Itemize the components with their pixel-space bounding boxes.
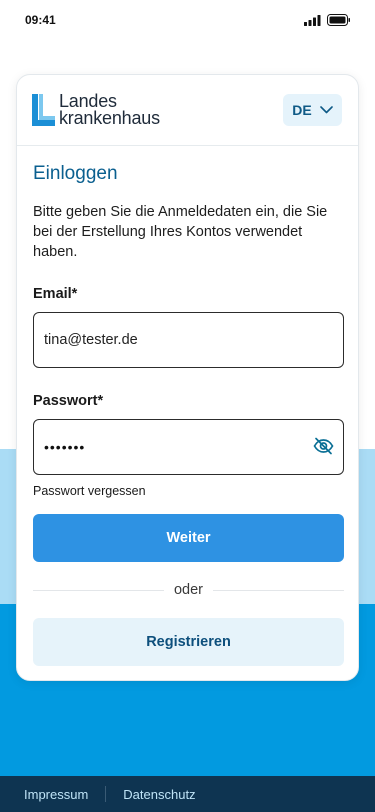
logo: Landes krankenhaus bbox=[32, 92, 160, 128]
or-divider: oder bbox=[33, 582, 344, 598]
divider-line-left bbox=[33, 589, 164, 591]
chevron-down-icon bbox=[319, 106, 333, 114]
card-header: Landes krankenhaus DE bbox=[17, 75, 358, 146]
impressum-link[interactable]: Impressum bbox=[24, 787, 88, 802]
language-select[interactable]: DE bbox=[283, 94, 342, 126]
register-button[interactable]: Registrieren bbox=[33, 618, 344, 666]
signal-icon bbox=[304, 14, 321, 26]
footer-separator bbox=[105, 786, 107, 802]
divider-line-right bbox=[213, 589, 344, 591]
status-bar: 09:41 bbox=[0, 0, 375, 40]
language-value: DE bbox=[292, 102, 312, 118]
password-field[interactable]: ••••••• bbox=[33, 419, 344, 475]
logo-mark-icon bbox=[32, 94, 55, 126]
intro-text: Bitte geben Sie die Anmeldedaten ein, di… bbox=[33, 204, 328, 260]
login-card: Landes krankenhaus DE Einloggen Bitte ge… bbox=[16, 74, 359, 681]
eye-off-icon[interactable] bbox=[313, 437, 334, 455]
footer: Impressum Datenschutz bbox=[0, 776, 375, 812]
submit-button[interactable]: Weiter bbox=[33, 514, 344, 562]
datenschutz-link[interactable]: Datenschutz bbox=[123, 787, 195, 802]
password-label: Passwort* bbox=[33, 393, 104, 409]
battery-icon bbox=[327, 14, 350, 26]
password-value: ••••••• bbox=[44, 439, 86, 455]
email-value: tina@tester.de bbox=[44, 332, 138, 348]
logo-line-2: krankenhaus bbox=[59, 108, 160, 128]
status-time: 09:41 bbox=[25, 13, 56, 27]
status-icons bbox=[304, 14, 351, 26]
forgot-password-link[interactable]: Passwort vergessen bbox=[33, 484, 342, 498]
divider-text: oder bbox=[173, 582, 204, 598]
page-title: Einloggen bbox=[33, 163, 118, 184]
card-body: Einloggen Bitte geben Sie die Anmeldedat… bbox=[17, 146, 358, 666]
logo-wordmark: Landes krankenhaus bbox=[59, 92, 160, 128]
email-label: Email* bbox=[33, 286, 78, 302]
email-field[interactable]: tina@tester.de bbox=[33, 312, 344, 368]
